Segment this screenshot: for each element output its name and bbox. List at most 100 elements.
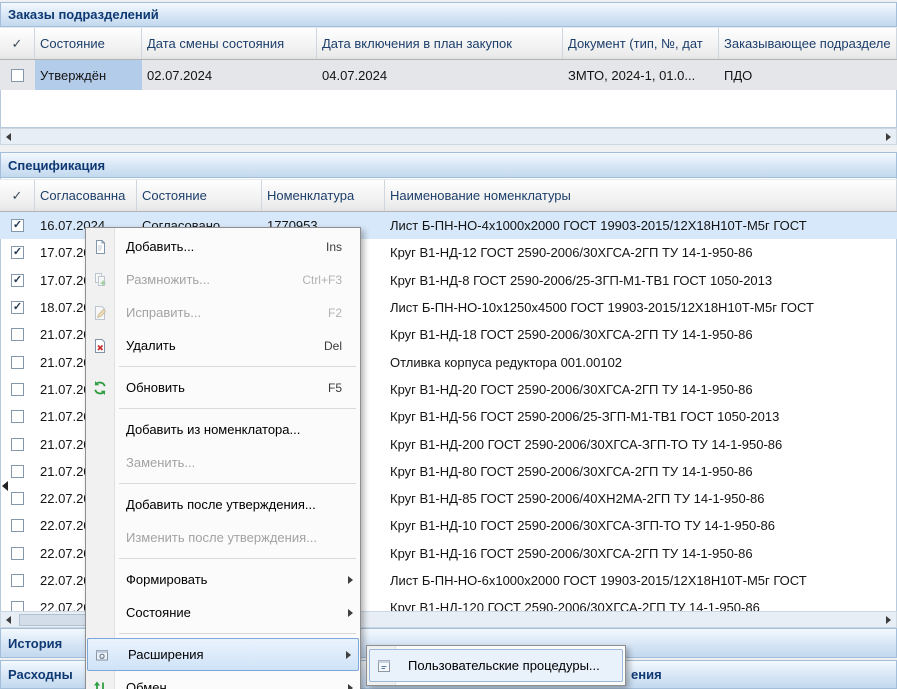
row-checkbox[interactable] [11, 69, 24, 82]
row-checkbox[interactable] [11, 547, 24, 560]
scroll-left-arrow-icon[interactable] [6, 616, 11, 624]
orders-panel-title: Заказы подразделений [8, 7, 159, 22]
scroll-left-arrow-icon[interactable] [6, 133, 11, 141]
spec-row-name: Круг В1-НД-80 ГОСТ 2590-2006/30ХГСА-2ГП … [385, 458, 897, 485]
spec-row-checkbox-cell: ✓ [0, 239, 35, 266]
row-checkbox[interactable] [11, 410, 24, 423]
spec-column-header[interactable]: Состояние [137, 180, 262, 211]
menu-item-label: Удалить [126, 338, 176, 353]
orders-column-header[interactable]: Состояние [35, 28, 142, 59]
orders-row-state-date: 02.07.2024 [142, 60, 317, 90]
submenu-arrow-icon [346, 651, 351, 659]
menu-item-label: Формировать [126, 572, 207, 587]
submenu-arrow-icon [348, 684, 353, 689]
menu-item-shortcut: Ins [326, 240, 350, 254]
spec-row-checkbox-cell [0, 430, 35, 457]
menu-item-extensions[interactable]: Расширения [87, 638, 359, 671]
orders-column-header[interactable]: Дата смены состояния [142, 28, 317, 59]
row-checkbox[interactable] [11, 328, 24, 341]
menu-separator [119, 633, 356, 634]
user-procedures-icon [376, 658, 392, 674]
row-checkbox[interactable] [11, 492, 24, 505]
menu-item-label: Состояние [126, 605, 191, 620]
orders-row-state: Утверждён [35, 60, 142, 90]
spec-row-name: Круг В1-НД-16 ГОСТ 2590-2006/30ХГСА-2ГП … [385, 540, 897, 567]
orders-column-header[interactable]: Заказывающее подразделе [719, 28, 897, 59]
menu-item-label: Добавить из номенклатора... [126, 422, 300, 437]
expense-panel-title-fragment: ения [631, 667, 662, 682]
menu-separator [119, 483, 356, 484]
orders-grid-header: ✓СостояниеДата смены состоянияДата включ… [0, 27, 897, 60]
row-checkbox[interactable] [11, 465, 24, 478]
orders-hscrollbar[interactable] [0, 128, 897, 145]
menu-separator [119, 558, 356, 559]
spec-column-header[interactable]: Наименование номенклатуры [385, 180, 897, 211]
row-checkbox[interactable] [11, 601, 24, 611]
scroll-right-arrow-icon[interactable] [886, 133, 891, 141]
menu-item-state[interactable]: Состояние [86, 596, 360, 629]
spec-row-name: Круг В1-НД-200 ГОСТ 2590-2006/30ХГСА-ЗГП… [385, 430, 897, 457]
menu-item-label: Изменить после утверждения... [126, 530, 317, 545]
splitter-left-arrow-icon[interactable] [2, 481, 8, 491]
menu-item-label: Расширения [128, 647, 204, 662]
extensions-icon [94, 647, 110, 663]
menu-item-delete[interactable]: Удалить Del [86, 329, 360, 362]
spec-row-checkbox-cell [0, 403, 35, 430]
spec-row-checkbox-cell [0, 540, 35, 567]
spec-column-header[interactable]: Номенклатура [262, 180, 385, 211]
menu-item-form[interactable]: Формировать [86, 563, 360, 596]
orders-column-header[interactable]: Документ (тип, №, дат [563, 28, 719, 59]
orders-column-header[interactable]: Дата включения в план закупок [317, 28, 563, 59]
row-checkbox[interactable] [11, 438, 24, 451]
menu-item-label: Заменить... [126, 455, 195, 470]
row-checkbox[interactable]: ✓ [11, 274, 24, 287]
exchange-icon [92, 680, 108, 689]
menu-item-shortcut: Del [324, 339, 350, 353]
edit-doc-icon [92, 305, 108, 321]
menu-item-shortcut: F2 [328, 306, 350, 320]
orders-select-all-header[interactable]: ✓ [0, 28, 35, 59]
menu-separator [119, 366, 356, 367]
menu-item-refresh[interactable]: ОбновитьF5 [86, 371, 360, 404]
menu-item-add-after-approval[interactable]: Добавить после утверждения... [86, 488, 360, 521]
orders-row-department: ПДО [719, 60, 897, 90]
menu-item-label: Обновить [126, 380, 185, 395]
spec-row-name: Отливка корпуса редуктора 001.00102 [385, 349, 897, 376]
row-checkbox[interactable] [11, 356, 24, 369]
menu-item-label: Добавить... [126, 239, 194, 254]
menu-item-exchange[interactable]: Обмен [86, 671, 360, 689]
menu-item-add-from-nomenclator[interactable]: Добавить из номенклатора... [86, 413, 360, 446]
orders-row-plan-date: 04.07.2024 [317, 60, 563, 90]
spec-row-checkbox-cell [0, 349, 35, 376]
menu-item-edit-after-approval: Изменить после утверждения... [86, 521, 360, 554]
row-checkbox[interactable]: ✓ [11, 301, 24, 314]
orders-row-checkbox-cell [0, 60, 35, 90]
menu-item-replace: Заменить... [86, 446, 360, 479]
spec-row-checkbox-cell [0, 512, 35, 539]
menu-item-add[interactable]: Добавить... Ins [86, 230, 360, 263]
orders-table-row[interactable]: Утверждён02.07.202404.07.2024ЗМТО, 2024-… [0, 60, 897, 90]
menu-item-label: Пользовательские процедуры... [408, 658, 600, 673]
spec-row-checkbox-cell [0, 594, 35, 611]
spec-select-all-header[interactable]: ✓ [0, 180, 35, 211]
row-checkbox[interactable] [11, 574, 24, 587]
menu-item-user-procedures[interactable]: Пользовательские процедуры... [369, 649, 623, 682]
submenu-arrow-icon [348, 576, 353, 584]
menu-item-duplicate: Размножить...Ctrl+F3 [86, 263, 360, 296]
spec-column-header[interactable]: Согласованна [35, 180, 137, 211]
spec-row-checkbox-cell: ✓ [0, 212, 35, 239]
extensions-submenu: Пользовательские процедуры... [366, 645, 626, 686]
expense-panel-title: Расходны [8, 667, 73, 682]
spec-row-name: Круг В1-НД-85 ГОСТ 2590-2006/40ХН2МА-2ГП… [385, 485, 897, 512]
scroll-right-arrow-icon[interactable] [886, 616, 891, 624]
spec-row-name: Круг В1-НД-18 ГОСТ 2590-2006/30ХГСА-2ГП … [385, 321, 897, 348]
row-checkbox[interactable] [11, 383, 24, 396]
menu-item-shortcut: Ctrl+F3 [302, 273, 350, 287]
duplicate-icon [92, 272, 108, 288]
menu-item-edit: Исправить... F2 [86, 296, 360, 329]
menu-item-label: Исправить... [126, 305, 201, 320]
row-checkbox[interactable] [11, 519, 24, 532]
row-checkbox[interactable]: ✓ [11, 219, 24, 232]
menu-item-label: Добавить после утверждения... [126, 497, 316, 512]
row-checkbox[interactable]: ✓ [11, 246, 24, 259]
